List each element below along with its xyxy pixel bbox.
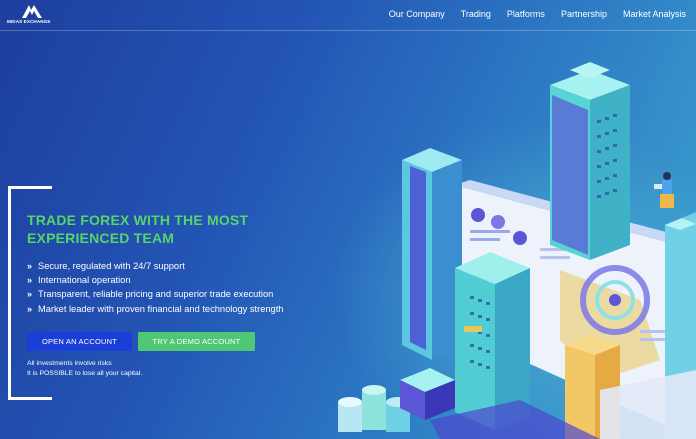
main-nav: Our Company Trading Platforms Partnershi… [389, 9, 686, 19]
feature-item: » Transparent, reliable pricing and super… [27, 287, 283, 301]
feature-text: International operation [38, 275, 131, 286]
feature-item: » International operation [27, 273, 283, 287]
top-navbar: MIDAS EXCHANGE Our Company Trading Platf… [0, 0, 696, 31]
hero-headline: TRADE FOREX WITH THE MOST EXPERIENCED TE… [27, 211, 248, 247]
double-chevron-icon: » [27, 261, 33, 271]
open-account-button[interactable]: OPEN AN ACCOUNT [27, 332, 132, 351]
brand-logo[interactable]: MIDAS EXCHANGE [7, 4, 59, 26]
risk-disclaimer: All investments involve risks It is POSS… [27, 359, 142, 379]
nav-item-partnership[interactable]: Partnership [561, 9, 607, 19]
double-chevron-icon: » [27, 275, 33, 286]
disclaimer-line2: It is POSSIBLE to lose all your capital. [27, 370, 143, 377]
nav-item-trading[interactable]: Trading [461, 9, 491, 19]
frame-left-border [8, 186, 11, 400]
feature-text: Secure, regulated with 24/7 support [38, 261, 185, 271]
double-chevron-icon: » [27, 289, 33, 300]
tower-right-illustration [550, 62, 630, 260]
person-illustration [654, 172, 674, 208]
nav-item-market-analysis[interactable]: Market Analysis [623, 9, 686, 19]
tower-left-illustration [402, 148, 462, 360]
feature-text: Market leader with proven financial and … [38, 303, 284, 314]
brand-name: MIDAS EXCHANGE [7, 19, 51, 24]
frame-top-border [8, 186, 52, 189]
hero-headline-line1: TRADE FOREX WITH THE MOST [27, 212, 249, 228]
nav-item-our-company[interactable]: Our Company [389, 9, 445, 19]
frame-bottom-border [8, 397, 52, 400]
hero-headline-line2: EXPERIENCED TEAM [27, 230, 175, 246]
feature-item: » Market leader with proven financial and… [27, 302, 283, 316]
disclaimer-line1: All investments involve risks [27, 360, 112, 367]
nav-item-platforms[interactable]: Platforms [507, 9, 545, 19]
feature-list: » Secure, regulated with 24/7 support » In… [27, 259, 283, 316]
demo-account-button[interactable]: TRY A DEMO ACCOUNT [138, 332, 255, 351]
midas-m-logo-icon [22, 5, 42, 18]
feature-item: » Secure, regulated with 24/7 support [27, 259, 283, 273]
feature-text: Transparent, reliable pricing and superi… [38, 289, 274, 300]
hero-page: MIDAS EXCHANGE Our Company Trading Platf… [0, 0, 696, 439]
cylinders-illustration [338, 385, 410, 432]
double-chevron-icon: » [27, 303, 33, 314]
